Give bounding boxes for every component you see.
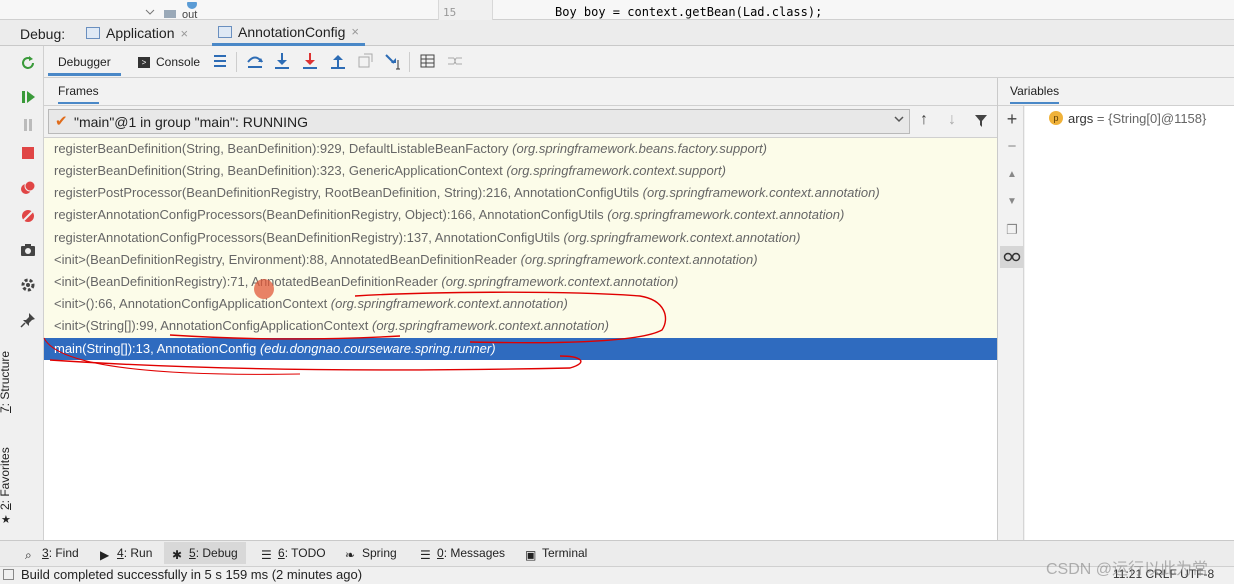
mute-breakpoints-icon[interactable] [20, 208, 36, 224]
frame-row[interactable]: registerBeanDefinition(String, BeanDefin… [44, 160, 997, 182]
star-icon: ★ [1, 514, 11, 526]
close-icon[interactable]: × [181, 26, 189, 41]
console-icon: > [138, 56, 150, 68]
frame-row[interactable]: registerPostProcessor(BeanDefinitionRegi… [44, 182, 997, 204]
glasses-icon[interactable] [1000, 246, 1024, 268]
tab-label: Application [106, 25, 175, 41]
resume-icon[interactable] [20, 89, 36, 105]
bug-icon: ✱ [172, 547, 183, 562]
run-config-icon [86, 27, 100, 39]
tool-tab-debug[interactable]: ✱ 5: Debug [164, 542, 246, 564]
frame-row[interactable]: <init>(BeanDefinitionRegistry, Environme… [44, 249, 997, 271]
tab-console[interactable]: > Console [138, 55, 200, 69]
terminal-icon: ▣ [525, 547, 537, 562]
tool-tab-terminal[interactable]: ▣ Terminal [525, 546, 587, 562]
stop-icon[interactable] [20, 145, 36, 161]
frame-row[interactable]: registerBeanDefinition(String, BeanDefin… [44, 138, 997, 160]
move-down-icon[interactable]: ▼ [1004, 194, 1020, 210]
status-square-icon[interactable] [3, 569, 14, 580]
frame-row[interactable]: <init>(String[]):99, AnnotationConfigApp… [44, 315, 997, 337]
move-up-icon[interactable]: ▲ [1004, 167, 1020, 183]
tab-application[interactable]: Application × [80, 20, 194, 46]
svg-text:out: out [182, 9, 197, 18]
variable-row[interactable]: args = {String[0]@1158} [1068, 111, 1206, 126]
show-execution-point-icon[interactable] [211, 52, 229, 70]
frames-title: Frames [58, 84, 99, 104]
frame-row[interactable]: <init>():66, AnnotationConfigApplication… [44, 293, 997, 315]
debug-label: Debug: [20, 26, 66, 42]
favorites-tab[interactable]: 2: Favorites [0, 447, 12, 510]
add-watch-icon[interactable]: + [1004, 110, 1020, 128]
run-config-icon [218, 25, 232, 38]
drop-frame-icon[interactable] [356, 52, 374, 70]
structure-tab[interactable]: 7: Structure [0, 351, 12, 413]
toolbar-divider [409, 52, 410, 72]
line-number: 15 [443, 6, 457, 19]
arrow-up-icon[interactable]: ↑ [920, 111, 928, 129]
step-over-icon[interactable] [246, 52, 264, 70]
step-into-icon[interactable] [273, 52, 291, 70]
tab-debugger[interactable]: Debugger [48, 48, 121, 76]
view-breakpoints-icon[interactable] [20, 180, 36, 196]
run-to-cursor-icon[interactable] [384, 52, 402, 70]
tool-tab-find[interactable]: ⌕ 3: Find [25, 546, 79, 562]
arrow-down-icon[interactable]: ↓ [948, 111, 956, 129]
tool-tab-messages[interactable]: ☰ 0: Messages [420, 546, 505, 562]
force-step-into-icon[interactable] [301, 52, 319, 70]
chevron-down-icon[interactable] [893, 113, 905, 125]
play-icon: ▶ [100, 547, 110, 562]
rerun-icon[interactable] [20, 55, 36, 71]
remove-watch-icon[interactable]: − [1004, 139, 1020, 155]
frames-header [44, 78, 997, 106]
tab-label: Console [156, 55, 201, 69]
list-icon: ☰ [261, 547, 272, 562]
project-tree-fragment: out [145, 2, 197, 18]
messages-icon: ☰ [420, 547, 431, 562]
tool-tab-todo[interactable]: ☰ 6: TODO [261, 546, 326, 562]
thread-label: "main"@1 in group "main": RUNNING [74, 114, 309, 130]
tab-label: AnnotationConfig [238, 23, 346, 40]
watermark: CSDN @运行以此为常 [1046, 561, 1209, 578]
variables-title: Variables [1010, 84, 1060, 104]
parameter-badge: p [1049, 111, 1063, 125]
close-icon[interactable]: × [351, 24, 359, 39]
pin-icon[interactable] [20, 312, 36, 328]
side-tool-strip: 7: Structure 2: Favorites ★ [0, 335, 14, 540]
variables-tree [1025, 106, 1234, 540]
code-line: Boy boy = context.getBean(Lad.class); [555, 5, 823, 19]
camera-icon[interactable] [20, 242, 36, 258]
checkmark-icon: ✔ [55, 113, 68, 130]
tool-tab-spring[interactable]: ❧ Spring [345, 546, 397, 562]
tab-annotationconfig[interactable]: AnnotationConfig × [212, 20, 366, 46]
toolbar-divider [236, 52, 237, 72]
copy-icon[interactable]: ❐ [1004, 222, 1020, 238]
frame-row-selected[interactable]: main(String[]):13, AnnotationConfig (edu… [44, 338, 997, 360]
status-message: Build completed successfully in 5 s 159 … [21, 567, 363, 582]
frame-row[interactable]: registerAnnotationConfigProcessors(BeanD… [44, 204, 997, 226]
frame-row[interactable]: <init>(BeanDefinitionRegistry):71, Annot… [44, 271, 997, 293]
spring-leaf-icon: ❧ [345, 547, 356, 562]
tool-tab-run[interactable]: ▶ 4: Run [100, 546, 152, 562]
filter-icon[interactable] [974, 114, 988, 128]
frame-row[interactable]: registerAnnotationConfigProcessors(BeanD… [44, 227, 997, 249]
evaluate-expression-icon[interactable] [419, 52, 437, 70]
search-icon: ⌕ [25, 547, 32, 562]
settings-icon[interactable] [20, 277, 36, 293]
step-out-icon[interactable] [329, 52, 347, 70]
pause-icon[interactable] [20, 117, 36, 133]
trace-icon[interactable] [446, 52, 464, 70]
